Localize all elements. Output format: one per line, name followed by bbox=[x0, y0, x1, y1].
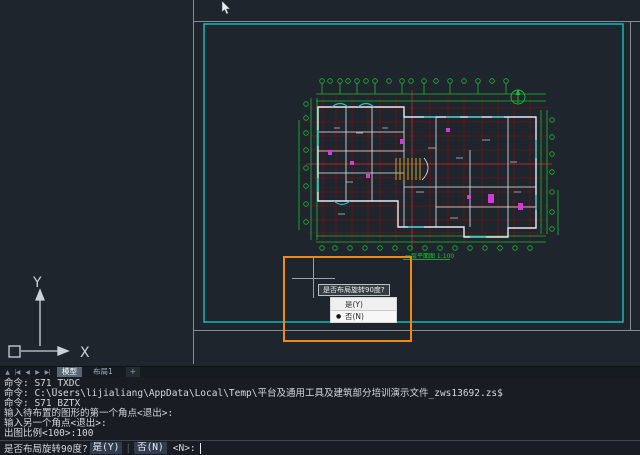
command-line-panel: 命令: S71_TXDC 命令: C:\Users\lijialiang\App… bbox=[0, 377, 640, 455]
sheet-frame bbox=[193, 0, 640, 364]
chip-separator: | bbox=[125, 442, 132, 454]
annotation-highlight-box bbox=[283, 256, 412, 342]
fixture-symbols bbox=[328, 128, 523, 210]
ucs-x-label: X bbox=[80, 345, 90, 361]
command-history-line: 出图比例<100>:100 bbox=[4, 428, 94, 439]
ucs-y-label: Y bbox=[32, 275, 42, 291]
north-arrow-icon bbox=[510, 89, 526, 105]
expand-commandline-button[interactable]: ▲ bbox=[3, 369, 11, 376]
new-layout-button[interactable]: + bbox=[125, 367, 141, 377]
drawing-canvas[interactable]: 一层平面图 1:100 是否布局旋转90度? 是(Y) ● 否(N) Y X bbox=[0, 0, 640, 366]
command-history-line: 输入另一个角点<退出>: bbox=[4, 418, 107, 429]
command-history-line: 命令: C:\Users\lijialiang\AppData\Local\Te… bbox=[4, 388, 503, 399]
default-value-text: <N>: bbox=[172, 442, 196, 454]
viewport-frame bbox=[203, 23, 624, 323]
grid-lines-bright bbox=[306, 90, 552, 250]
window-symbols bbox=[317, 102, 537, 238]
command-prompt-text: 是否布局旋转90度? bbox=[4, 444, 88, 455]
tab-layout1[interactable]: 布局1 bbox=[88, 367, 118, 377]
mouse-pointer-icon bbox=[221, 1, 231, 15]
stair-symbol bbox=[395, 158, 421, 180]
keyword-no-button[interactable]: 否(N) bbox=[134, 442, 167, 454]
text-cursor bbox=[199, 442, 202, 454]
command-history: 命令: S71_TXDC 命令: C:\Users\lijialiang\App… bbox=[0, 377, 640, 439]
layout-tab-bar: ▲ |◀ ◀ ▶ ▶| 模型 布局1 + bbox=[0, 366, 640, 377]
first-tab-button[interactable]: |◀ bbox=[13, 369, 21, 376]
prev-tab-button[interactable]: ◀ bbox=[23, 369, 31, 376]
keyword-yes-button[interactable]: 是(Y) bbox=[89, 442, 123, 454]
plan-title-text: 一层平面图 1:100 bbox=[405, 253, 454, 260]
ucs-icon: Y X bbox=[8, 275, 90, 361]
dimension-lines bbox=[298, 78, 559, 251]
next-tab-button[interactable]: ▶ bbox=[33, 369, 41, 376]
command-input-line[interactable]: 是否布局旋转90度? 是(Y) | 否(N) <N>: bbox=[0, 440, 640, 455]
last-tab-button[interactable]: ▶| bbox=[43, 369, 51, 376]
tab-model[interactable]: 模型 bbox=[57, 367, 82, 377]
floor-plan-walls bbox=[317, 106, 537, 238]
